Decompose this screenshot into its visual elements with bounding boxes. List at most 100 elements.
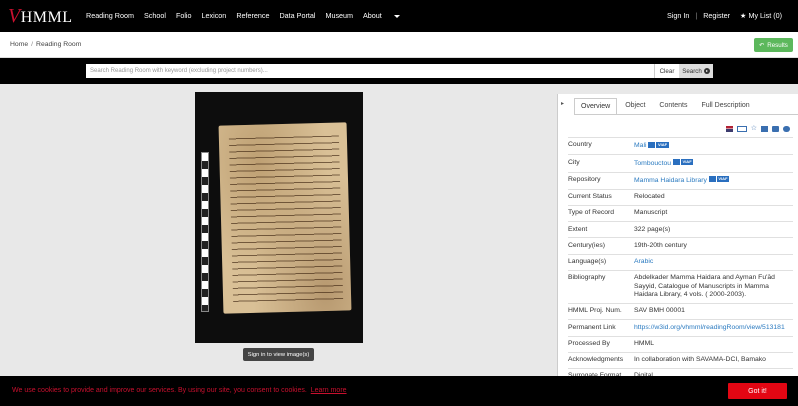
metadata-value: Abdelkader Mamma Haidara and Ayman Fu'ād… <box>634 274 793 300</box>
metadata-value-text: Abdelkader Mamma Haidara and Ayman Fu'ād… <box>634 274 775 299</box>
metadata-row: Type of Record Manuscript <box>568 205 793 221</box>
clear-button[interactable]: Clear <box>654 64 679 78</box>
top-navbar: VHMML Reading Room School Folio Lexicon … <box>0 0 798 32</box>
nav-about[interactable]: About <box>363 11 410 20</box>
metadata-value: In collaboration with SAVAMA-DCI, Bamako <box>634 356 793 365</box>
viaf-badge: VIAF <box>681 158 694 165</box>
color-scale-ruler <box>201 152 209 312</box>
search-band: Search Reading Room with keyword (exclud… <box>0 58 798 84</box>
metadata-value: SAV BMH 00001 <box>634 307 793 316</box>
sign-in-link[interactable]: Sign In <box>667 11 689 20</box>
metadata-row: Century(ies) 19th-20th century <box>568 237 793 253</box>
breadcrumb: Home / Reading Room <box>10 41 81 48</box>
metadata-row: Current Status Relocated <box>568 188 793 205</box>
nav-separator: | <box>695 11 698 20</box>
nav-data-portal[interactable]: Data Portal <box>279 11 315 20</box>
metadata-key: Country <box>568 141 592 149</box>
nav-folio[interactable]: Folio <box>176 11 192 20</box>
sign-in-to-view-button[interactable]: Sign in to view image(s) <box>243 348 314 361</box>
cookie-banner: We use cookies to provide and improve ou… <box>0 376 798 406</box>
star-outline-icon[interactable]: ☆ <box>751 125 757 132</box>
panel-collapse-icon[interactable]: ▸ <box>561 100 564 107</box>
learn-more-link[interactable]: Learn more <box>311 387 347 394</box>
breadcrumb-separator: / <box>31 41 34 48</box>
metadata-key: Acknowledgments <box>568 356 624 364</box>
nav-school[interactable]: School <box>144 11 166 20</box>
comment-icon[interactable] <box>783 126 790 132</box>
metadata-key: Language(s) <box>568 257 607 265</box>
metadata-row: Bibliography Abdelkader Mamma Haidara and… <box>568 269 793 303</box>
metadata-value[interactable]: Arabic <box>634 258 793 267</box>
register-link[interactable]: Register <box>703 11 730 20</box>
metadata-value[interactable]: Tombouctou VIAF <box>634 158 793 169</box>
got-it-button[interactable]: Got it! <box>728 383 787 399</box>
main-nav: Reading Room School Folio Lexicon Refere… <box>86 11 420 20</box>
metadata-key: Permanent Link <box>568 323 616 331</box>
viaf-icon[interactable]: VIAF <box>648 141 669 150</box>
nav-reference[interactable]: Reference <box>236 11 269 20</box>
metadata-value: 322 page(s) <box>634 226 793 235</box>
metadata-value[interactable]: Mali VIAF <box>634 141 793 151</box>
viaf-icon[interactable]: VIAF <box>708 176 730 185</box>
metadata-key: Repository <box>568 175 601 183</box>
nav-museum[interactable]: Museum <box>325 11 353 20</box>
metadata-value-text: SAV BMH 00001 <box>634 307 685 315</box>
metadata-value[interactable]: https://w3id.org/vhmml/readingRoom/view/… <box>634 324 793 333</box>
metadata-value[interactable]: Mamma Haidara Library VIAF <box>634 176 793 186</box>
metadata-key: Current Status <box>568 193 612 201</box>
record-actions: ☆ <box>725 125 790 132</box>
tab-contents[interactable]: Contents <box>653 98 693 114</box>
hmml-logo[interactable]: VHMML <box>8 5 73 27</box>
metadata-value-text: Tombouctou <box>634 159 672 167</box>
results-button[interactable]: ↶ Results <box>754 38 793 52</box>
metadata-table: Country Mali VIAF City Tombouctou VIAF Reposit… <box>568 137 793 406</box>
cookie-message: We use cookies to provide and improve ou… <box>12 387 347 394</box>
manuscript-text-lines <box>228 132 344 304</box>
citation-icon[interactable] <box>736 126 747 132</box>
metadata-value: 19th-20th century <box>634 242 793 251</box>
metadata-value-text: 322 page(s) <box>634 225 671 233</box>
breadcrumb-current: Reading Room <box>36 41 82 48</box>
metadata-value-text: In collaboration with SAVAMA-DCI, Bamako <box>634 356 766 364</box>
manuscript-page-image <box>218 122 352 314</box>
flag-icon[interactable] <box>725 126 733 132</box>
viaf-icon[interactable]: VIAF <box>673 158 694 168</box>
metadata-value: Manuscript <box>634 209 793 218</box>
tab-object[interactable]: Object <box>619 98 651 114</box>
my-list-link[interactable]: My List (0) <box>748 11 782 20</box>
nav-reading-room[interactable]: Reading Room <box>86 11 134 20</box>
metadata-key: Century(ies) <box>568 241 606 249</box>
metadata-value-text: https://w3id.org/vhmml/readingRoom/view/… <box>634 323 785 331</box>
metadata-value-text: 19th-20th century <box>634 241 687 249</box>
metadata-key: City <box>568 158 580 166</box>
metadata-row: Processed By HMML <box>568 335 793 352</box>
email-icon[interactable] <box>761 126 768 132</box>
metadata-row: Repository Mamma Haidara Library VIAF <box>568 171 793 189</box>
metadata-value: Relocated <box>634 193 793 202</box>
metadata-row: Country Mali VIAF <box>568 137 793 154</box>
breadcrumb-home[interactable]: Home <box>10 41 28 48</box>
book-icon <box>708 176 716 183</box>
back-arrow-icon: ↶ <box>759 41 765 49</box>
metadata-row: Language(s) Arabic <box>568 253 793 270</box>
metadata-key: Processed By <box>568 339 610 347</box>
arrow-circle-right-icon <box>703 68 710 74</box>
viaf-badge: VIAF <box>716 176 730 183</box>
star-icon: ★ <box>740 11 747 20</box>
chevron-down-icon <box>393 14 400 18</box>
nav-lexicon[interactable]: Lexicon <box>202 11 227 20</box>
metadata-row: Acknowledgments In collaboration with SAV… <box>568 351 793 368</box>
tab-full-description[interactable]: Full Description <box>695 98 755 114</box>
search-input[interactable]: Search Reading Room with keyword (exclud… <box>86 64 654 78</box>
image-viewer[interactable] <box>195 92 363 343</box>
nav-about-label: About <box>363 11 382 20</box>
metadata-key: Extent <box>568 225 588 233</box>
print-icon[interactable] <box>772 126 779 132</box>
metadata-row: Permanent Link https://w3id.org/vhmml/rea… <box>568 319 793 335</box>
account-nav: Sign In | Register ★ My List (0) <box>667 11 782 20</box>
search-button[interactable]: Search <box>679 64 713 78</box>
viaf-badge: VIAF <box>656 141 669 148</box>
tab-divider <box>574 114 798 115</box>
book-icon <box>673 158 681 165</box>
tab-overview[interactable]: Overview <box>574 98 618 114</box>
